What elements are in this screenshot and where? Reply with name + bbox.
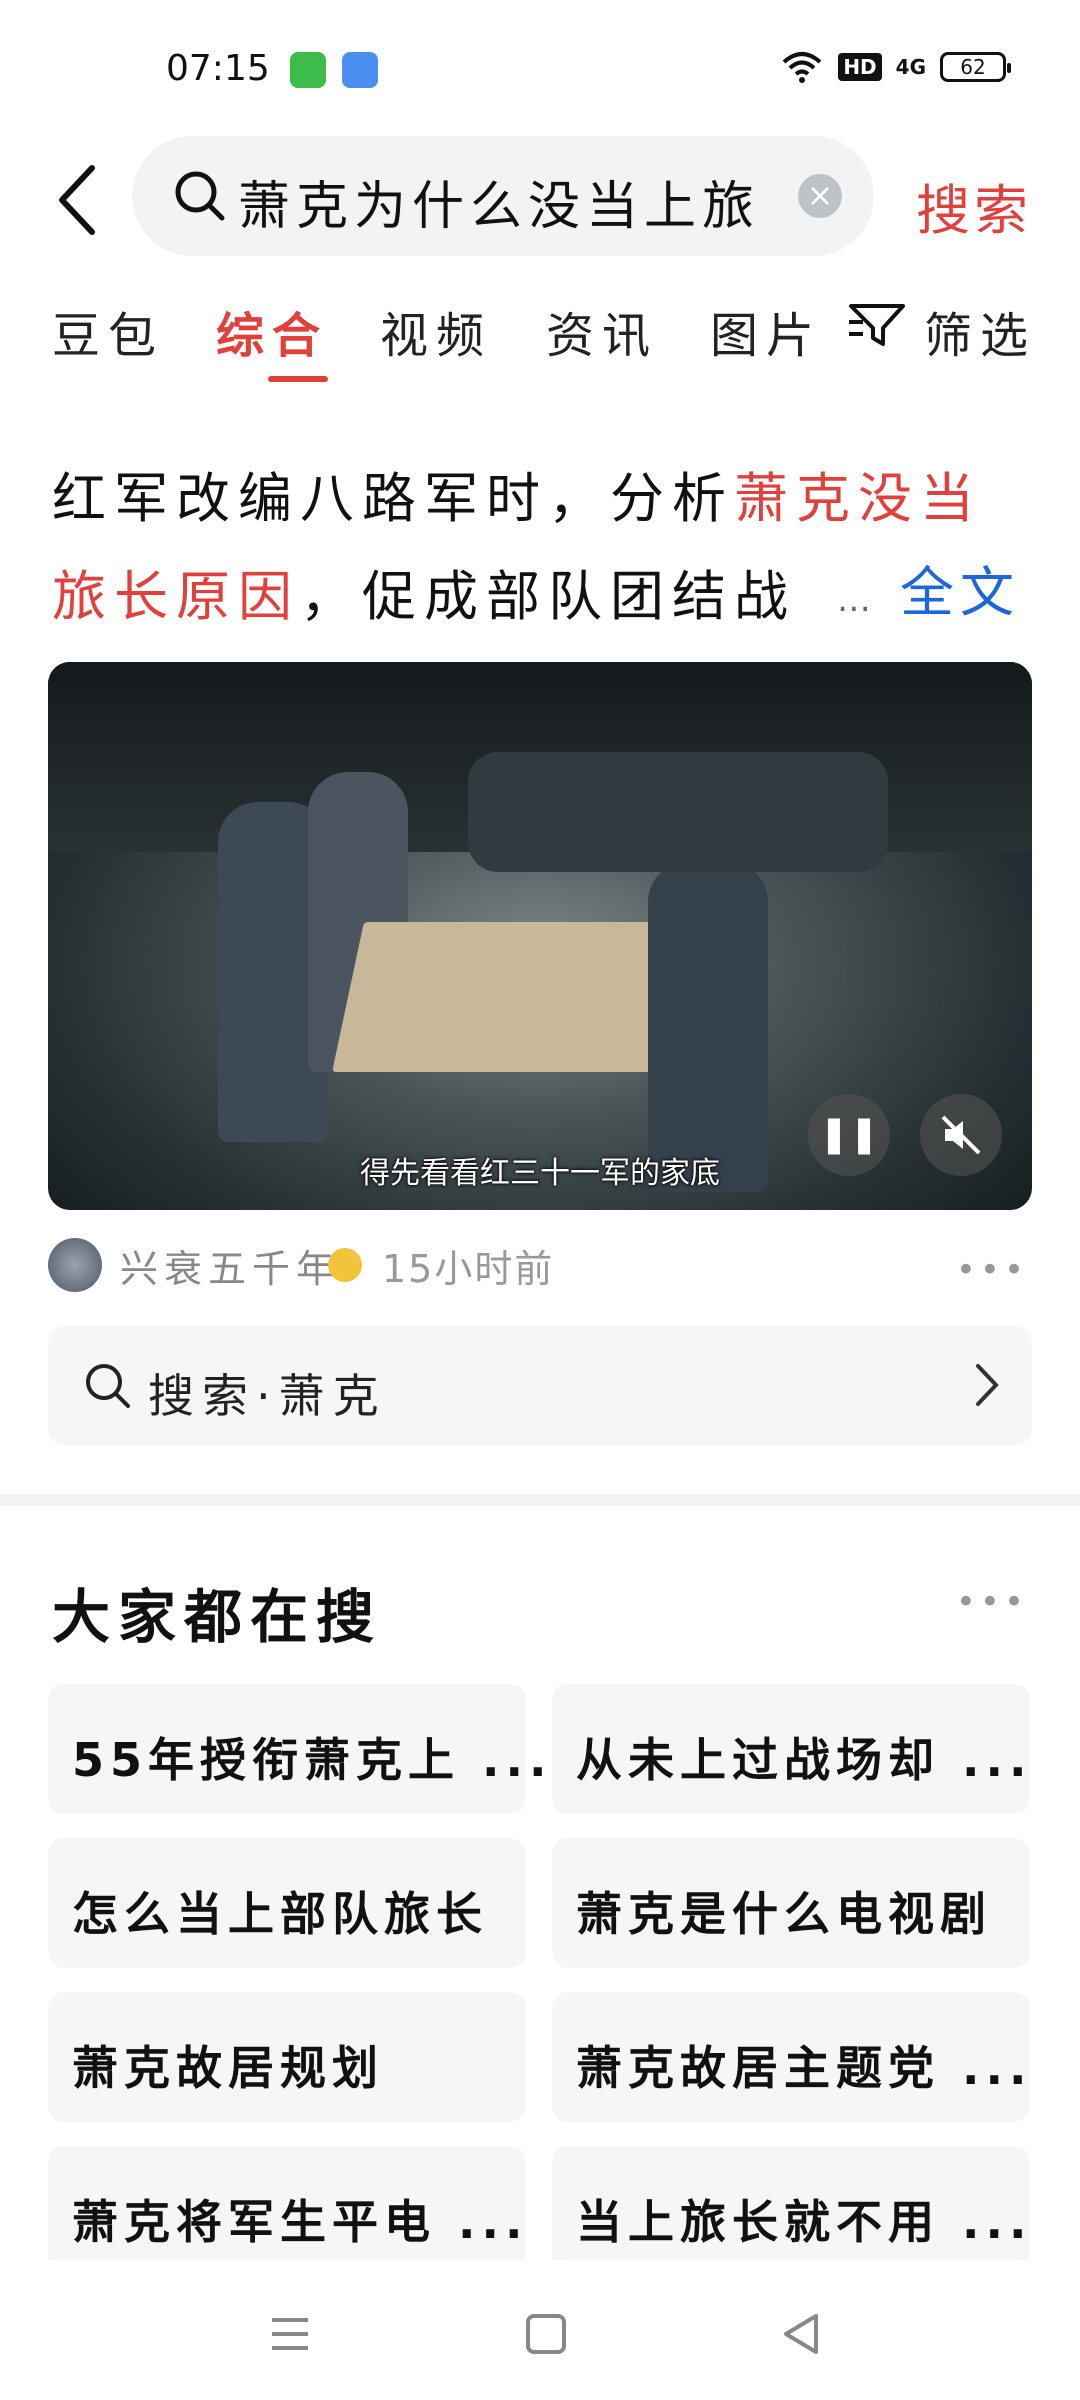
trending-search-label: 从未上过战场却 ... [576,1733,1033,1787]
related-search-label: 搜索·萧克 [148,1369,387,1423]
cellular-signal-icon: 4G [895,55,926,79]
clear-search-icon[interactable]: × [798,174,842,218]
status-time: 07:15 [166,48,270,89]
back-icon[interactable] [774,2306,830,2362]
filter-icon[interactable] [847,300,911,350]
tab-video[interactable]: 视频 [380,296,492,366]
trending-search-label: 怎么当上部队旅长 [72,1887,488,1941]
video-figure [648,862,768,1192]
trending-search-item[interactable]: 萧克是什么电视剧 [552,1838,1030,1968]
expand-full-text[interactable]: … 全文 [837,548,1020,627]
trending-search-label: 55年授衔萧克上 ... [72,1733,553,1787]
trending-search-item[interactable]: 萧克将军生平电 ... [48,2146,526,2276]
mute-icon[interactable] [920,1094,1002,1176]
search-category-tabs: 豆包 综合 视频 资讯 图片 筛选 [52,296,1032,386]
status-indicators: HD 4G 62 [780,50,1011,84]
result-title-text: ，促成部队团结战 [300,565,796,628]
chevron-right-icon [976,1364,999,1406]
tab-filter[interactable]: 筛选 [924,296,1036,366]
tab-doubao[interactable]: 豆包 [52,296,164,366]
status-bar: 07:15 HD 4G 62 [0,0,1080,130]
result-title-text: 红军改编八路军时，分析 [52,467,734,530]
messages-notification-icon [290,52,326,88]
trending-search-label: 萧克是什么电视剧 [576,1887,992,1941]
battery-icon: 62 [940,52,1011,82]
video-player[interactable]: 得先看看红三十一军的家底 ❚❚ [48,662,1032,1210]
result-title-highlight: 旅长原因 [52,565,300,628]
verified-badge-icon [328,1248,362,1282]
trending-search-item[interactable]: 怎么当上部队旅长 [48,1838,526,1968]
wifi-icon [782,52,822,83]
active-tab-indicator [268,376,328,382]
related-search-row[interactable]: 搜索·萧克 [48,1326,1032,1446]
search-icon [86,1364,130,1408]
system-navigation-bar [0,2260,1080,2400]
post-time: 15小时前 [382,1247,555,1291]
full-text-link[interactable]: 全文 [900,561,1020,624]
search-query-text[interactable]: 萧克为什么没当上旅 [238,164,798,239]
search-button[interactable]: 搜索 [916,166,1032,245]
trending-search-item[interactable]: 从未上过战场却 ... [552,1684,1030,1814]
avatar[interactable] [48,1238,102,1292]
weather-notification-icon [342,52,378,88]
trending-search-label: 当上旅长就不用 ... [576,2195,1033,2249]
menu-icon[interactable] [262,2306,318,2362]
trending-search-item[interactable]: 55年授衔萧克上 ... [48,1684,546,1814]
pause-icon[interactable]: ❚❚ [808,1094,890,1176]
tab-news[interactable]: 资讯 [546,296,658,366]
home-icon[interactable] [518,2306,574,2362]
ellipsis: … [836,580,877,620]
search-input[interactable]: 萧克为什么没当上旅 × [132,136,874,256]
trending-search-label: 萧克故居规划 [72,2041,384,2095]
trending-search-item[interactable]: 萧克故居规划 [48,1992,526,2122]
trending-search-label: 萧克故居主题党 ... [576,2041,1033,2095]
video-background-soldiers [468,752,888,872]
tab-images[interactable]: 图片 [710,296,822,366]
author-name[interactable]: 兴衰五千年 [120,1238,340,1293]
back-arrow-icon[interactable] [50,160,110,240]
trending-search-label: 萧克将军生平电 ... [72,2195,529,2249]
tab-general[interactable]: 综合 [216,296,328,366]
trending-search-item[interactable]: 萧克故居主题党 ... [552,1992,1030,2122]
result-title-highlight: 萧克没当 [734,467,982,530]
hd-badge: HD [838,53,882,81]
section-divider [0,1494,1080,1506]
trending-search-item[interactable]: 当上旅长就不用 ... [552,2146,1030,2276]
more-options-icon[interactable]: ••• [956,1582,1028,1622]
section-title: 大家都在搜 [52,1583,383,1651]
more-options-icon[interactable]: ••• [956,1250,1028,1290]
video-table [332,922,694,1072]
search-icon [175,171,225,221]
author-row: 兴衰五千年 15小时前 ••• [48,1234,1032,1294]
